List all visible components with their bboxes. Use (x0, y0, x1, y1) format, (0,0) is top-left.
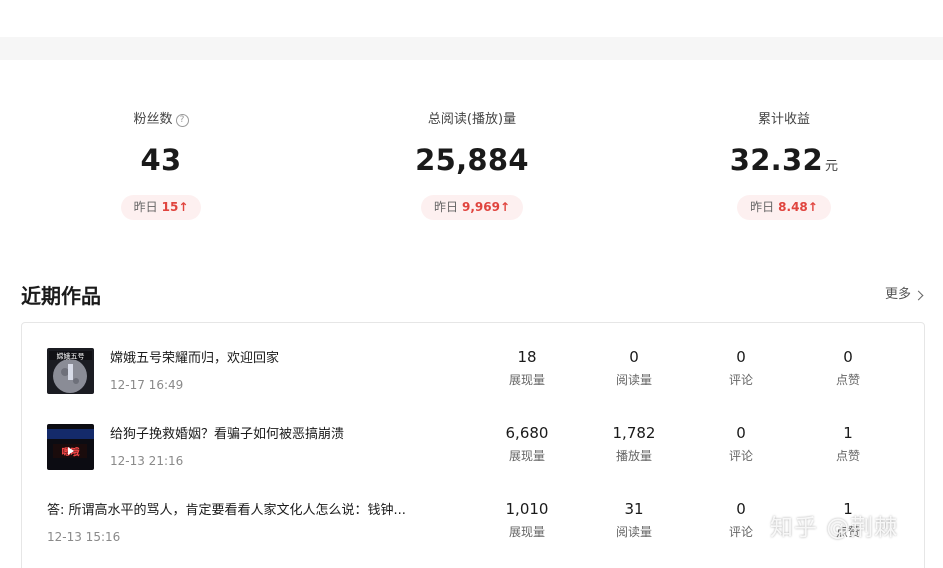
more-link[interactable]: 更多 (885, 285, 924, 305)
metric-value: 0 (736, 500, 746, 518)
metric-comments: 0 评论 (701, 347, 781, 389)
stat-label-text: 总阅读(播放)量 (427, 112, 517, 127)
stat-label: 粉丝数 ? (133, 110, 189, 130)
work-title[interactable]: 答: 所谓高水平的骂人，肯定要看看人家文化人怎么说：钱钟... (47, 501, 406, 521)
list-item[interactable]: 嫦娥五号 嫦娥五号荣耀而归，欢迎回家 12-17 16:49 18 展现量 0 阅读… (22, 347, 924, 399)
stat-value-number: 32.32 (729, 143, 823, 177)
metric-comments: 0 评论 (701, 423, 781, 465)
list-item[interactable]: 嗯哦 给狗子挽救婚姻？看骗子如何被恶搞崩溃 12-13 21:16 6,680 展… (22, 423, 924, 475)
metric-label: 展现量 (508, 449, 545, 463)
stat-earnings: 累计收益 32.32 元 昨日 8.48↑ (644, 108, 924, 220)
metric-label: 展现量 (508, 525, 545, 539)
chevron-right-icon[interactable] (913, 290, 924, 300)
metric-label: 展现量 (508, 373, 545, 387)
metric-likes: 0 点赞 (808, 347, 888, 389)
yesterday-delta: 9,969↑ (462, 200, 510, 214)
help-icon[interactable]: ? (175, 113, 189, 127)
metric-impressions: 18 展现量 (487, 347, 567, 389)
work-date: 12-17 16:49 (110, 378, 184, 392)
metric-value: 6,680 (505, 424, 549, 442)
metric-value: 0 (629, 348, 639, 366)
metric-label: 点赞 (835, 449, 860, 463)
thumbnail-image[interactable]: 嫦娥五号 (47, 348, 94, 394)
stat-value: 32.32 元 (644, 142, 924, 178)
metric-value: 18 (517, 348, 537, 366)
yesterday-delta: 8.48↑ (778, 200, 818, 214)
top-area (0, 0, 943, 37)
metric-likes: 1 点赞 (808, 423, 888, 465)
metric-impressions: 1,010 展现量 (487, 499, 567, 541)
metric-label: 评论 (728, 373, 753, 387)
yesterday-badge: 昨日 8.48↑ (737, 195, 831, 220)
stat-unit: 元 (824, 159, 839, 174)
metric-value: 31 (624, 500, 644, 518)
metric-impressions: 6,680 展现量 (487, 423, 567, 465)
metric-comments: 0 评论 (701, 499, 781, 541)
metric-label: 点赞 (835, 373, 860, 387)
thumbnail-caption: 嫦娥五号 (57, 352, 85, 361)
work-date: 12-13 15:16 (47, 530, 121, 544)
work-date: 12-13 21:16 (110, 454, 184, 468)
stat-label: 总阅读(播放)量 (428, 110, 516, 130)
more-link-label[interactable]: 更多 (885, 285, 911, 305)
moon-thumbnail: 嫦娥五号 (47, 348, 94, 394)
metric-label: 阅读量 (615, 525, 652, 539)
metric-value: 0 (736, 424, 746, 442)
work-title[interactable]: 给狗子挽救婚姻？看骗子如何被恶搞崩溃 (110, 425, 344, 445)
metric-value: 0 (843, 348, 853, 366)
metric-reads: 31 阅读量 (594, 499, 674, 541)
watermark: 知乎 @荆棘 (770, 515, 899, 541)
thumbnail-image[interactable]: 嗯哦 (47, 424, 94, 470)
video-thumbnail: 嗯哦 (47, 424, 94, 470)
yesterday-badge: 昨日 9,969↑ (420, 195, 524, 220)
stat-value-number: 25,884 (415, 143, 529, 177)
stat-total-reads: 总阅读(播放)量 25,884 昨日 9,969↑ (332, 108, 612, 220)
metric-value: 0 (736, 348, 746, 366)
metric-label: 评论 (728, 449, 753, 463)
yesterday-delta-value: 9,969 (461, 200, 500, 214)
stat-label-text: 粉丝数 (133, 112, 173, 127)
yesterday-label: 昨日 (433, 200, 458, 214)
yesterday-delta: 15↑ (162, 200, 189, 214)
metric-plays: 1,782 播放量 (594, 423, 674, 465)
metric-label: 阅读量 (615, 373, 652, 387)
up-arrow-icon: ↑ (499, 200, 511, 214)
yesterday-badge: 昨日 15↑ (120, 195, 202, 220)
metric-value: 1,010 (505, 500, 549, 518)
up-arrow-icon: ↑ (807, 200, 818, 214)
yesterday-delta-value: 15 (161, 200, 179, 214)
metric-label: 评论 (728, 525, 753, 539)
metric-label: 播放量 (615, 449, 652, 463)
yesterday-label: 昨日 (750, 200, 775, 214)
metric-value: 1 (843, 424, 853, 442)
metric-reads: 0 阅读量 (594, 347, 674, 389)
metric-value: 1,782 (612, 424, 656, 442)
top-divider-band (0, 37, 943, 60)
stat-value-number: 43 (140, 143, 182, 177)
stat-value: 25,884 (332, 142, 612, 178)
stat-value: 43 (21, 142, 301, 178)
yesterday-label: 昨日 (133, 200, 158, 214)
up-arrow-icon: ↑ (178, 200, 189, 214)
stat-followers: 粉丝数 ? 43 昨日 15↑ (21, 108, 301, 220)
section-title: 近期作品 (21, 284, 101, 308)
stat-label: 累计收益 (758, 110, 810, 130)
stat-label-text: 累计收益 (757, 112, 810, 127)
yesterday-delta-value: 8.48 (778, 200, 808, 214)
work-title[interactable]: 嫦娥五号荣耀而归，欢迎回家 (110, 349, 279, 369)
